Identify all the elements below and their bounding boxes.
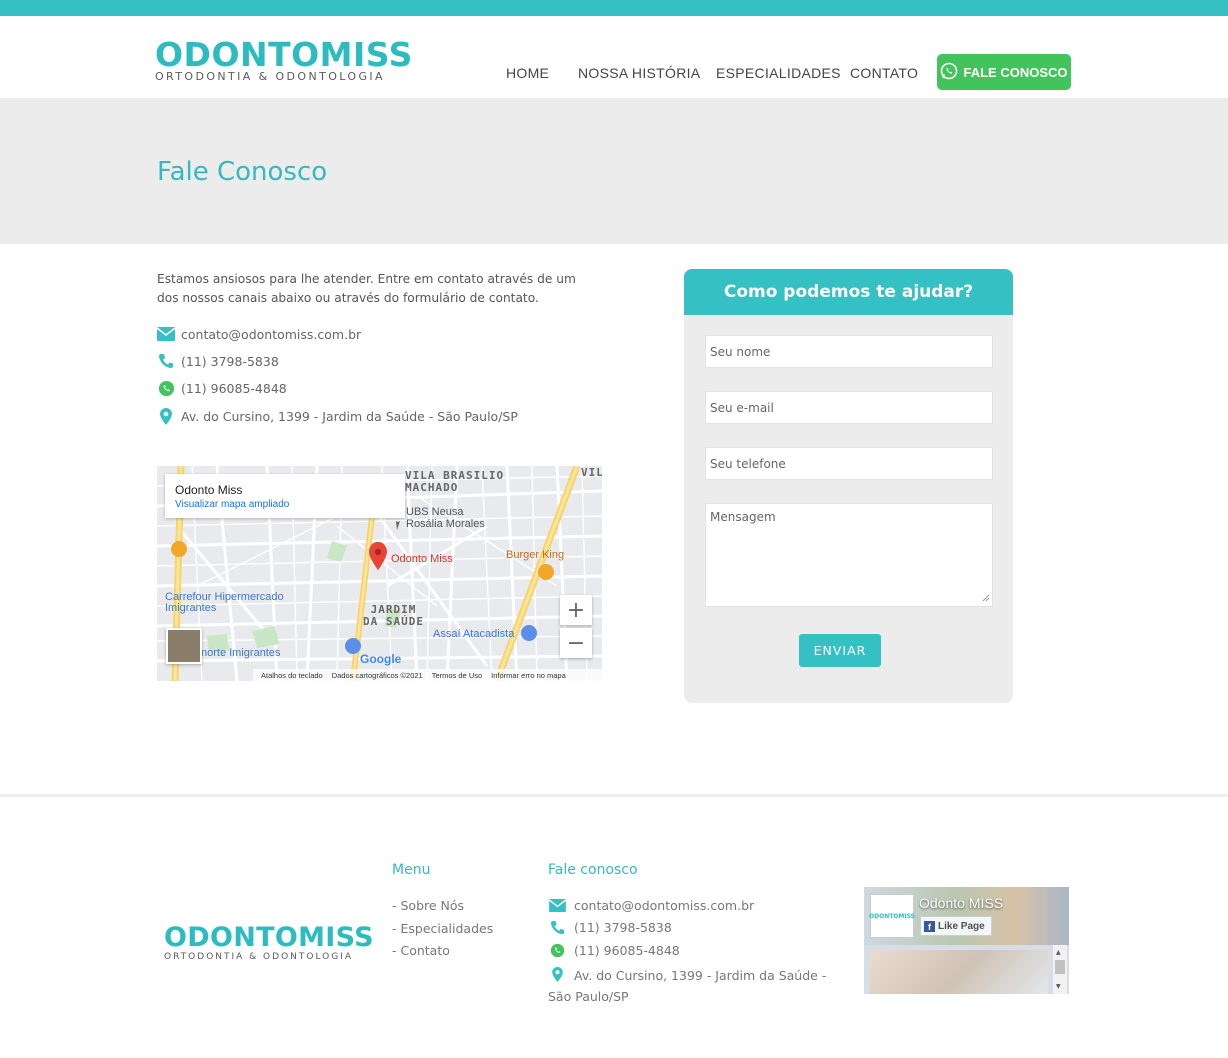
footer-phone: (11) 3798-5838 [574, 920, 672, 935]
map-label-vil: VIL [581, 466, 602, 479]
contact-phone: (11) 3798-5838 [181, 353, 279, 369]
footer-address-row: Av. do Cursino, 1399 - Jardim da Saúde -… [548, 966, 833, 1006]
contact-phone-row[interactable]: (11) 3798-5838 [157, 351, 279, 371]
location-pin-icon [157, 407, 175, 425]
footer-address: Av. do Cursino, 1399 - Jardim da Saúde -… [548, 968, 827, 1004]
map-label-vila: VILA BRASILIO MACHADO [405, 469, 505, 494]
footer-link-especialidades[interactable]: - Especialidades [392, 921, 493, 936]
report-map-error-link[interactable]: Informar erro no mapa [491, 671, 566, 680]
phone-field[interactable]: Seu telefone [705, 447, 993, 480]
facebook-like-button[interactable]: f Like Page [920, 916, 992, 936]
footer-whatsapp: (11) 96085-4848 [574, 943, 680, 958]
map-label-carrefour: Carrefour Hipermercado Imigrantes [165, 591, 284, 614]
phone-icon [157, 352, 175, 370]
footer-email: contato@odontomiss.com.br [574, 898, 755, 913]
whatsapp-icon [157, 379, 175, 397]
contact-form-card: Como podemos te ajudar? Seu nome Seu e-m… [684, 269, 1013, 703]
map-satellite-toggle[interactable] [166, 628, 202, 664]
map-info-card: Odonto Miss Visualizar mapa ampliado [165, 474, 405, 518]
footer-logo[interactable]: ODONTOMISS ORTODONTIA & ODONTOLOGIA [164, 922, 374, 963]
map-place-name: Odonto Miss [175, 483, 243, 497]
facebook-post-image [870, 950, 1048, 994]
keyboard-shortcuts-link[interactable]: Atalhos do teclado [261, 671, 323, 680]
site-header: ODONTOMISS ORTODONTIA & ODONTOLOGIA HOME… [0, 16, 1228, 98]
nav-especialidades[interactable]: ESPECIALIDADES [716, 65, 841, 81]
map-label-norte: norte Imigrantes [201, 647, 281, 659]
name-field[interactable]: Seu nome [705, 335, 993, 368]
zoom-in-button[interactable]: + [560, 595, 592, 625]
form-heading: Como podemos te ajudar? [684, 269, 1013, 315]
footer-logo-wordmark: ODONTOMISS [164, 922, 374, 953]
map-label-assai: Assaí Atacadista [433, 628, 515, 640]
map-label-ubs: UBS Neusa Rosália Morales [406, 506, 485, 530]
map-data-attribution: Dados cartográficos ©2021 [331, 670, 423, 680]
facebook-scrollbar[interactable]: ▲ ▼ [1053, 945, 1067, 994]
envelope-icon [157, 325, 175, 343]
nav-home[interactable]: HOME [506, 65, 549, 81]
map-label-burger-king: Burger King [506, 549, 565, 561]
contact-email-row[interactable]: contato@odontomiss.com.br [157, 324, 361, 344]
facebook-page-widget[interactable]: ODONTOMISS Odonto MISS f Like Page ▲ ▼ [864, 887, 1069, 994]
contact-address-row: Av. do Cursino, 1399 - Jardim da Saúde -… [157, 406, 518, 426]
email-field[interactable]: Seu e-mail [705, 391, 993, 424]
page-title: Fale Conosco [157, 157, 328, 187]
footer-logo-tagline: ORTODONTIA & ODONTOLOGIA [164, 952, 354, 962]
logo-wordmark: ODONTOMISS [155, 35, 413, 74]
facebook-like-label: Like Page [938, 920, 985, 932]
top-accent-bar [0, 0, 1228, 16]
footer-phone-row[interactable]: (11) 3798-5838 [548, 920, 672, 935]
facebook-icon: f [924, 920, 935, 932]
message-placeholder: Mensagem [710, 510, 776, 524]
footer-divider [0, 794, 1228, 797]
footer-link-sobre-nos[interactable]: - Sobre Nós [392, 898, 464, 913]
map-attribution-bar: Atalhos do teclado Dados cartográficos ©… [253, 669, 602, 681]
view-larger-map-link[interactable]: Visualizar mapa ampliado [175, 499, 289, 510]
resize-handle-icon[interactable] [982, 591, 990, 605]
map-label-jardim: JARDIM DA SAÚDE [363, 603, 424, 628]
footer-menu-title: Menu [392, 862, 431, 878]
nav-nossa-historia[interactable]: NOSSA HISTÓRIA [578, 65, 700, 81]
contact-whatsapp: (11) 96085-4848 [181, 380, 287, 396]
google-map[interactable]: Odonto Miss Visualizar mapa ampliado VIL… [157, 466, 602, 681]
message-field[interactable]: Mensagem [705, 503, 993, 607]
header-logo[interactable]: ODONTOMISS ORTODONTIA & ODONTOLOGIA [155, 38, 413, 83]
contact-email: contato@odontomiss.com.br [181, 326, 362, 342]
contact-address: Av. do Cursino, 1399 - Jardim da Saúde -… [181, 408, 518, 424]
logo-tagline: ORTODONTIA & ODONTOLOGIA [155, 70, 385, 83]
contact-whatsapp-row[interactable]: (11) 96085-4848 [157, 378, 287, 398]
facebook-page-name[interactable]: Odonto MISS [919, 895, 1003, 911]
footer-whatsapp-row[interactable]: (11) 96085-4848 [548, 943, 680, 958]
facebook-profile-thumb: ODONTOMISS [869, 894, 915, 938]
nav-contato[interactable]: CONTATO [850, 65, 918, 81]
terms-of-use-link[interactable]: Termos de Uso [432, 671, 482, 680]
page-hero: Fale Conosco [0, 98, 1228, 244]
contact-intro: Estamos ansiosos para lhe atender. Entre… [157, 272, 576, 305]
google-logo: Google [360, 652, 402, 666]
phone-icon [548, 920, 566, 935]
whatsapp-icon [548, 943, 566, 958]
footer-email-row[interactable]: contato@odontomiss.com.br [548, 898, 754, 913]
zoom-out-button[interactable]: − [560, 628, 592, 658]
send-button[interactable]: ENVIAR [799, 634, 881, 667]
whatsapp-icon [940, 62, 958, 83]
fale-conosco-button[interactable]: FALE CONOSCO [937, 54, 1071, 90]
map-pin-label: Odonto Miss [391, 553, 453, 565]
fale-conosco-label: FALE CONOSCO [963, 64, 1068, 80]
location-pin-icon [548, 967, 566, 987]
envelope-icon [548, 899, 566, 912]
footer-link-contato[interactable]: - Contato [392, 943, 450, 958]
footer-contact-title: Fale conosco [548, 862, 638, 878]
